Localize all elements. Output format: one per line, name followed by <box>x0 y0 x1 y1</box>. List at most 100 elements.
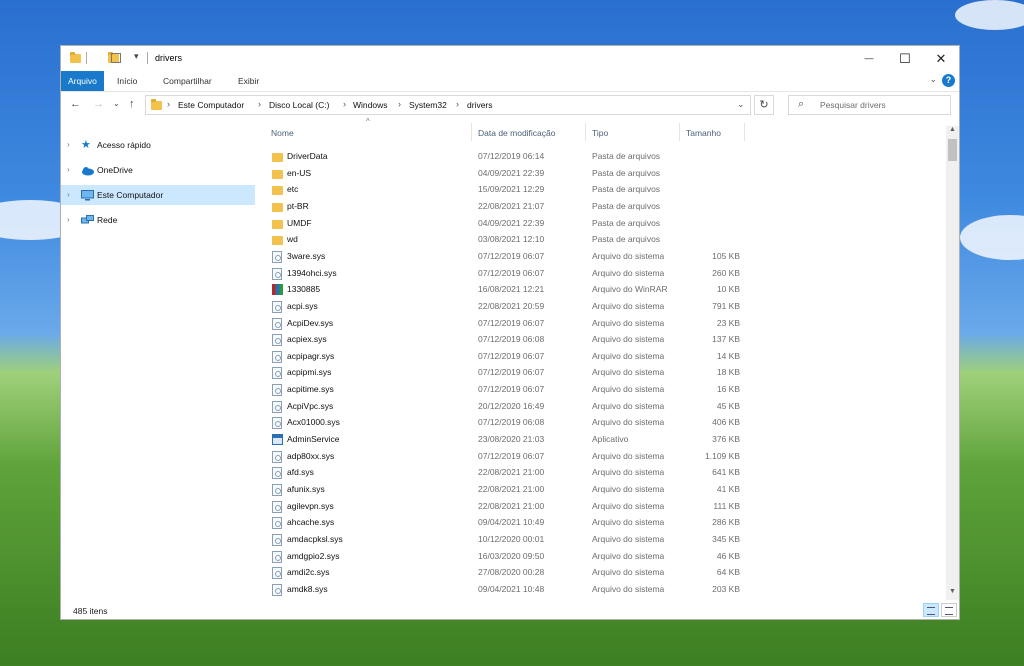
file-type: Arquivo do sistema <box>592 334 665 345</box>
tab-compartilhar[interactable]: Compartilhar <box>157 71 218 91</box>
breadcrumb-separator[interactable]: › <box>343 99 346 109</box>
search-box[interactable]: ⌕ Pesquisar drivers <box>788 95 951 115</box>
table-row[interactable]: AcpiDev.sys 07/12/2019 06:07 Arquivo do si… <box>266 316 786 332</box>
file-name: etc <box>287 184 299 195</box>
address-bar[interactable]: › Este Computador › Disco Local (C:) › W… <box>145 95 751 115</box>
recent-locations-chevron-icon[interactable]: ⌄ <box>113 99 120 108</box>
file-type: Arquivo do sistema <box>592 567 665 578</box>
column-divider[interactable] <box>744 123 745 141</box>
table-row[interactable]: 1394ohci.sys 07/12/2019 06:07 Arquivo do s… <box>266 266 786 282</box>
up-button[interactable]: ↑ <box>129 98 135 110</box>
scroll-down-arrow-icon[interactable]: ▼ <box>946 588 959 600</box>
back-button[interactable]: ← <box>70 98 81 110</box>
sidebar-item-este-computador[interactable]: › Este Computador <box>61 185 255 205</box>
details-view-button[interactable] <box>923 603 939 617</box>
file-size: 14 KB <box>716 350 740 361</box>
table-row[interactable]: ahcache.sys 09/04/2021 10:49 Arquivo do si… <box>266 515 786 531</box>
file-date: 20/12/2020 16:49 <box>478 400 545 411</box>
table-row[interactable]: 1330885 16/08/2021 12:21 Arquivo do WinRAR… <box>266 282 786 298</box>
file-date: 04/09/2021 22:39 <box>478 217 545 228</box>
search-input[interactable]: Pesquisar drivers <box>820 100 886 110</box>
tab-exibir[interactable]: Exibir <box>232 71 265 91</box>
column-header-type[interactable]: Tipo <box>586 123 680 143</box>
tab-inicio[interactable]: Início <box>111 71 143 91</box>
expand-arrow-icon[interactable]: › <box>67 165 70 174</box>
close-button[interactable]: ✕ <box>923 46 959 71</box>
file-name: acpitime.sys <box>287 384 334 395</box>
table-row[interactable]: etc 15/09/2021 12:29 Pasta de arquivos <box>266 182 786 198</box>
tab-arquivo[interactable]: Arquivo <box>61 71 104 91</box>
file-date: 22/08/2021 21:07 <box>478 200 545 211</box>
column-header-date[interactable]: Data de modificação <box>472 123 586 143</box>
table-row[interactable]: acpipagr.sys 07/12/2019 06:07 Arquivo do s… <box>266 349 786 365</box>
table-row[interactable]: Acx01000.sys 07/12/2019 06:08 Arquivo do s… <box>266 415 786 431</box>
column-header-size[interactable]: Tamanho <box>680 123 745 143</box>
system-file-icon <box>272 334 282 347</box>
table-row[interactable]: AcpiVpc.sys 20/12/2020 16:49 Arquivo do si… <box>266 399 786 415</box>
file-type: Arquivo do sistema <box>592 384 665 395</box>
maximize-button[interactable]: ☐ <box>887 46 923 71</box>
breadcrumb-windows[interactable]: Windows <box>353 100 387 110</box>
scroll-up-arrow-icon[interactable]: ▲ <box>946 126 959 138</box>
expand-ribbon-chevron-icon[interactable]: ⌄ <box>929 74 937 85</box>
breadcrumb-drivers[interactable]: drivers <box>467 100 493 110</box>
scroll-thumb[interactable] <box>948 139 957 161</box>
large-icons-view-button[interactable] <box>941 603 957 617</box>
table-row[interactable]: UMDF 04/09/2021 22:39 Pasta de arquivos <box>266 216 786 232</box>
table-row[interactable]: DriverData 07/12/2019 06:14 Pasta de arqui… <box>266 149 786 165</box>
table-row[interactable]: amdacpksl.sys 10/12/2020 00:01 Arquivo do … <box>266 532 786 548</box>
window-title: drivers <box>155 53 183 63</box>
address-dropdown-chevron-icon[interactable]: ⌄ <box>737 99 745 110</box>
table-row[interactable]: adp80xx.sys 07/12/2019 06:07 Arquivo do si… <box>266 449 786 465</box>
table-row[interactable]: amdk8.sys 09/04/2021 10:48 Arquivo do sist… <box>266 582 786 598</box>
sidebar-item-acesso-rapido[interactable]: › ★ Acesso rápido <box>61 135 255 155</box>
breadcrumb-system32[interactable]: System32 <box>409 100 447 110</box>
breadcrumb-separator[interactable]: › <box>258 99 261 109</box>
table-row[interactable]: amdi2c.sys 27/08/2020 00:28 Arquivo do sis… <box>266 565 786 581</box>
table-row[interactable]: AdminService 23/08/2020 21:03 Aplicativo 37… <box>266 432 786 448</box>
file-type: Arquivo do WinRAR <box>592 284 668 295</box>
table-row[interactable]: acpitime.sys 07/12/2019 06:07 Arquivo do s… <box>266 382 786 398</box>
customize-toolbar-chevron-icon[interactable]: ▾ <box>134 51 139 63</box>
properties-icon[interactable] <box>111 53 121 63</box>
forward-button[interactable]: → <box>93 98 104 110</box>
expand-arrow-icon[interactable]: › <box>67 190 70 199</box>
sidebar-item-onedrive[interactable]: › OneDrive <box>61 160 255 180</box>
table-row[interactable]: acpipmi.sys 07/12/2019 06:07 Arquivo do si… <box>266 365 786 381</box>
table-row[interactable]: amdgpio2.sys 16/03/2020 09:50 Arquivo do s… <box>266 549 786 565</box>
file-type: Arquivo do sistema <box>592 467 665 478</box>
vertical-scrollbar[interactable]: ▲ ▼ <box>946 126 959 600</box>
file-size: 286 KB <box>712 517 740 528</box>
file-size: 260 KB <box>712 267 740 278</box>
refresh-button[interactable]: ↻ <box>754 95 774 115</box>
table-row[interactable]: pt-BR 22/08/2021 21:07 Pasta de arquivos <box>266 199 786 215</box>
sidebar-item-rede[interactable]: › Rede <box>61 210 255 230</box>
table-row[interactable]: afd.sys 22/08/2021 21:00 Arquivo do sistem… <box>266 465 786 481</box>
file-date: 15/09/2021 12:29 <box>478 184 545 195</box>
table-row[interactable]: 3ware.sys 07/12/2019 06:07 Arquivo do sist… <box>266 249 786 265</box>
file-size: 41 KB <box>716 484 740 494</box>
file-type: Pasta de arquivos <box>592 200 661 211</box>
table-row[interactable]: wd 03/08/2021 12:10 Pasta de arquivos <box>266 232 786 248</box>
system-file-icon <box>272 384 282 397</box>
expand-arrow-icon[interactable]: › <box>67 215 70 224</box>
breadcrumb-este-computador[interactable]: Este Computador <box>178 100 244 110</box>
file-size: 406 KB <box>712 417 740 428</box>
table-row[interactable]: en-US 04/09/2021 22:39 Pasta de arquivos <box>266 166 786 182</box>
breadcrumb-disco-local[interactable]: Disco Local (C:) <box>269 100 329 110</box>
breadcrumb-separator[interactable]: › <box>456 99 459 109</box>
breadcrumb-separator[interactable]: › <box>167 99 170 109</box>
desktop-cloud <box>955 0 1024 30</box>
minimize-button[interactable]: — <box>851 46 887 71</box>
system-file-icon <box>272 467 282 480</box>
system-file-icon <box>272 533 282 546</box>
breadcrumb-separator[interactable]: › <box>398 99 401 109</box>
expand-arrow-icon[interactable]: › <box>67 140 70 149</box>
table-row[interactable]: agilevpn.sys 22/08/2021 21:00 Arquivo do s… <box>266 499 786 515</box>
file-type: Arquivo do sistema <box>592 583 665 594</box>
help-icon[interactable]: ? <box>942 74 955 87</box>
column-header-name[interactable]: Nome <box>266 123 472 143</box>
table-row[interactable]: acpi.sys 22/08/2021 20:59 Arquivo do siste… <box>266 299 786 315</box>
table-row[interactable]: afunix.sys 22/08/2021 21:00 Arquivo do sis… <box>266 482 786 498</box>
table-row[interactable]: acpiex.sys 07/12/2019 06:08 Arquivo do sis… <box>266 332 786 348</box>
